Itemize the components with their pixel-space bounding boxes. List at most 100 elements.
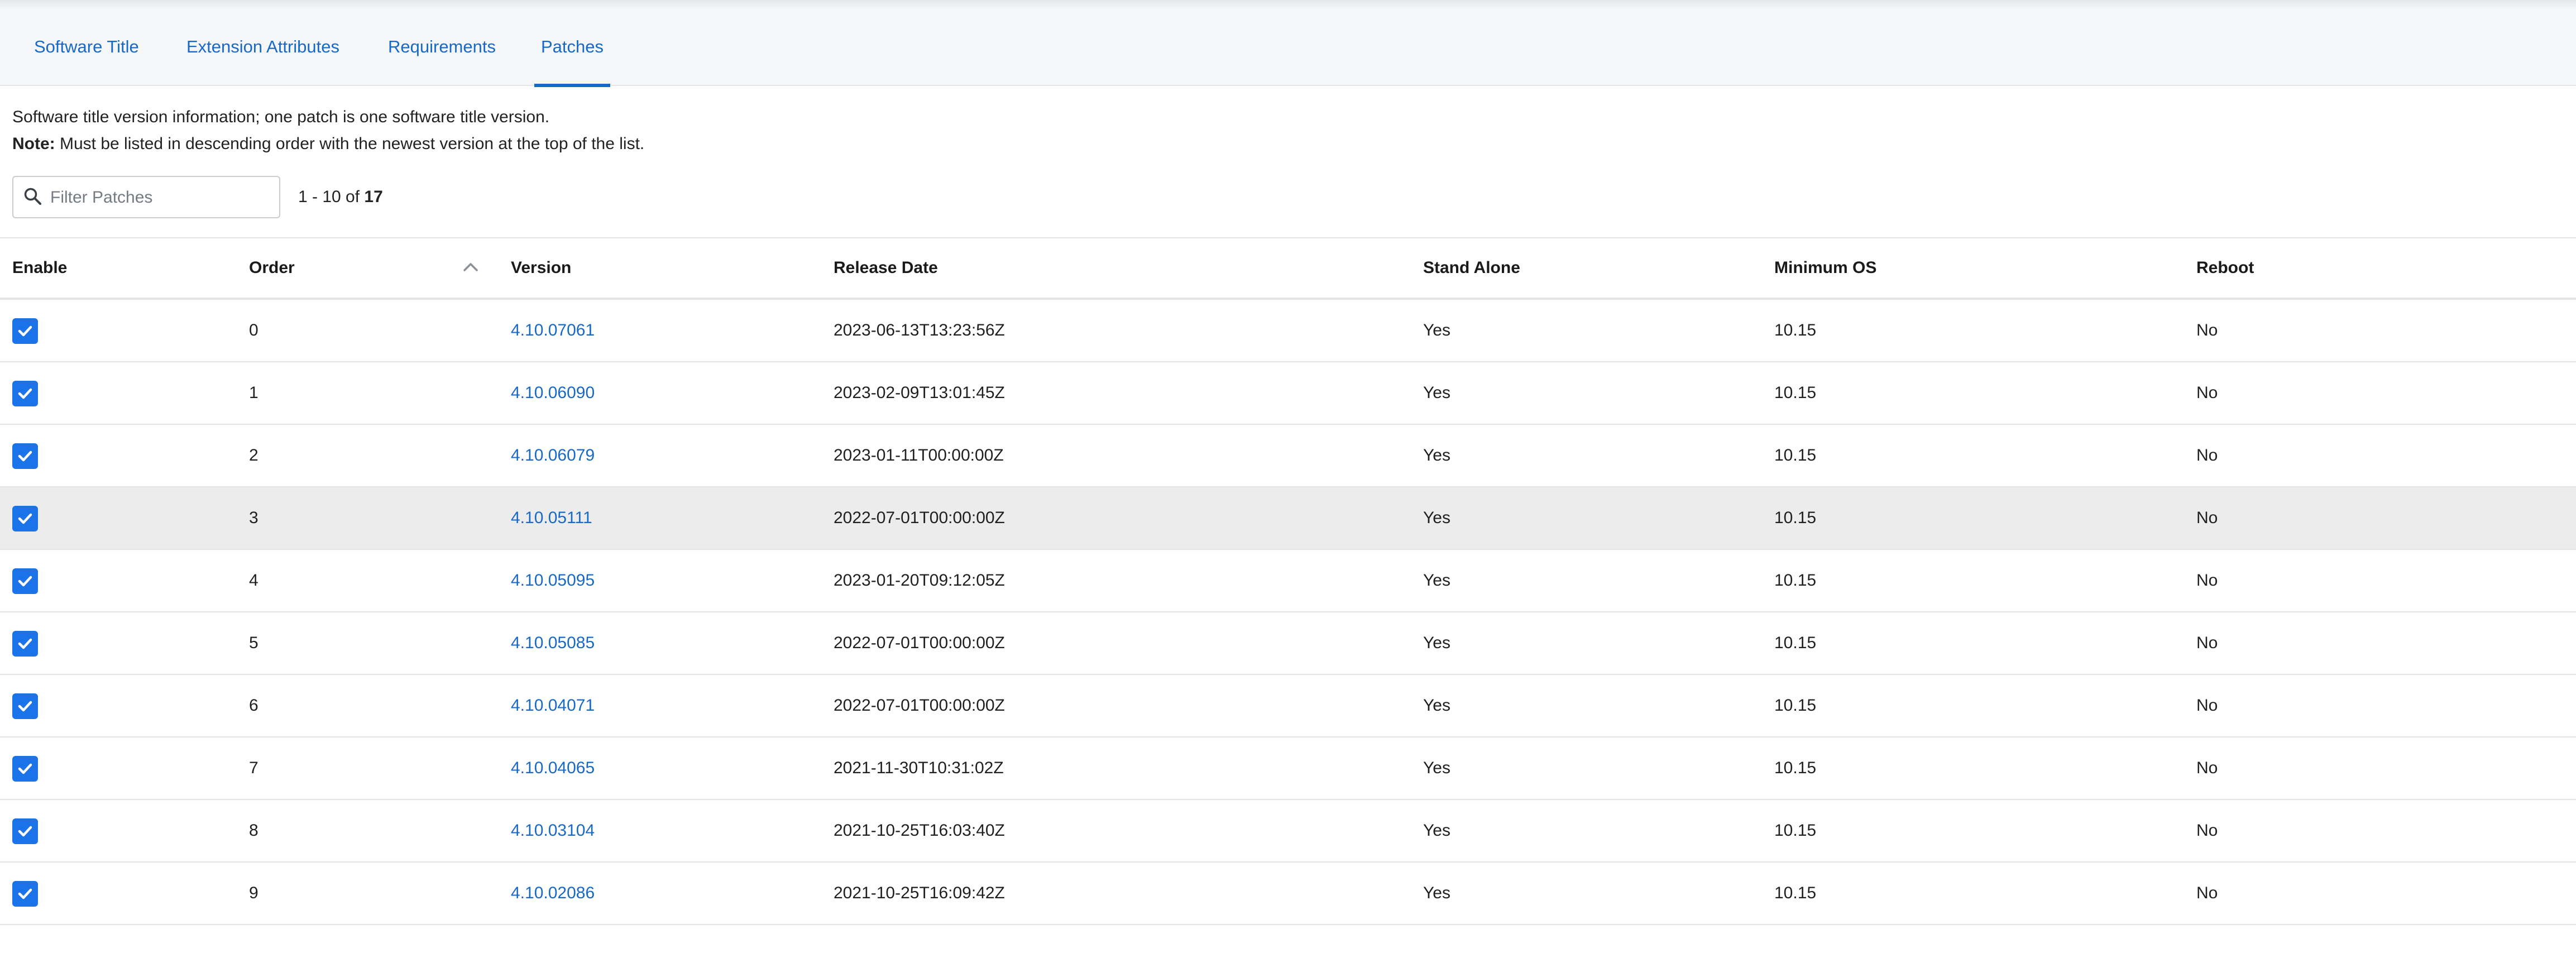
- release-date-cell: 2022-07-01T00:00:00Z: [834, 634, 1005, 652]
- checkmark-icon: [18, 325, 32, 337]
- minimum-os-cell: 10.15: [1774, 821, 1817, 840]
- table-row: 2 4.10.06079 2023-01-11T00:00:00Z Yes 10.15 N…: [0, 425, 2576, 487]
- order-cell: 9: [249, 884, 258, 902]
- release-date-cell: 2021-10-25T16:09:42Z: [834, 884, 1005, 902]
- version-link[interactable]: 4.10.02086: [511, 863, 595, 924]
- checkmark-icon: [18, 638, 32, 649]
- checkmark-icon: [18, 513, 32, 524]
- version-link[interactable]: 4.10.07061: [511, 300, 595, 361]
- column-header-reboot[interactable]: Reboot: [2196, 238, 2254, 298]
- version-link[interactable]: 4.10.06079: [511, 425, 595, 486]
- tab-requirements[interactable]: Requirements: [388, 10, 496, 86]
- order-cell: 2: [249, 446, 258, 464]
- release-date-cell: 2022-07-01T00:00:00Z: [834, 696, 1005, 715]
- order-cell: 4: [249, 571, 258, 590]
- stand-alone-cell: Yes: [1423, 321, 1450, 339]
- table-row: 8 4.10.03104 2021-10-25T16:03:40Z Yes 10.15 N…: [0, 800, 2576, 863]
- version-link[interactable]: 4.10.06090: [511, 362, 595, 424]
- stand-alone-cell: Yes: [1423, 884, 1450, 902]
- order-cell: 0: [249, 321, 258, 339]
- enable-checkbox[interactable]: [12, 631, 38, 657]
- minimum-os-cell: 10.15: [1774, 634, 1817, 652]
- tab-extension-attributes[interactable]: Extension Attributes: [186, 10, 339, 86]
- stand-alone-cell: Yes: [1423, 634, 1450, 652]
- reboot-cell: No: [2196, 696, 2218, 715]
- release-date-cell: 2023-06-13T13:23:56Z: [834, 321, 1005, 339]
- version-link[interactable]: 4.10.05095: [511, 550, 595, 611]
- enable-checkbox[interactable]: [12, 756, 38, 782]
- enable-checkbox[interactable]: [12, 818, 38, 844]
- order-cell: 7: [249, 759, 258, 777]
- patches-note: Note: Must be listed in descending order…: [12, 135, 644, 154]
- minimum-os-cell: 10.15: [1774, 321, 1817, 339]
- order-cell: 8: [249, 821, 258, 840]
- table-row: 3 4.10.05111 2022-07-01T00:00:00Z Yes 10.15 N…: [0, 487, 2576, 550]
- column-header-order[interactable]: Order: [249, 238, 295, 298]
- stand-alone-cell: Yes: [1423, 446, 1450, 464]
- stand-alone-cell: Yes: [1423, 509, 1450, 527]
- enable-checkbox[interactable]: [12, 568, 38, 594]
- version-link[interactable]: 4.10.03104: [511, 800, 595, 861]
- minimum-os-cell: 10.15: [1774, 884, 1817, 902]
- reboot-cell: No: [2196, 821, 2218, 840]
- reboot-cell: No: [2196, 509, 2218, 527]
- order-cell: 3: [249, 509, 258, 527]
- pagination-total: 17: [364, 188, 383, 206]
- order-cell: 1: [249, 384, 258, 402]
- minimum-os-cell: 10.15: [1774, 384, 1817, 402]
- order-cell: 6: [249, 696, 258, 715]
- enable-checkbox[interactable]: [12, 318, 38, 344]
- top-shadow: [0, 0, 2576, 10]
- table-header: Enable Order Version Release Date Stand …: [0, 238, 2576, 300]
- enable-checkbox[interactable]: [12, 443, 38, 469]
- table-row: 0 4.10.07061 2023-06-13T13:23:56Z Yes 10.15 N…: [0, 300, 2576, 362]
- pagination-range: 1 - 10 of: [298, 188, 365, 206]
- stand-alone-cell: Yes: [1423, 696, 1450, 715]
- enable-checkbox[interactable]: [12, 381, 38, 406]
- stand-alone-cell: Yes: [1423, 384, 1450, 402]
- reboot-cell: No: [2196, 634, 2218, 652]
- sort-ascending-icon[interactable]: [462, 261, 479, 273]
- version-link[interactable]: 4.10.04071: [511, 675, 595, 736]
- reboot-cell: No: [2196, 446, 2218, 464]
- column-header-release-date[interactable]: Release Date: [834, 238, 938, 298]
- search-icon: [24, 188, 41, 205]
- version-link[interactable]: 4.10.05111: [511, 487, 592, 549]
- version-link[interactable]: 4.10.04065: [511, 737, 595, 799]
- filter-patches-input[interactable]: [49, 179, 275, 216]
- reboot-cell: No: [2196, 884, 2218, 902]
- minimum-os-cell: 10.15: [1774, 571, 1817, 590]
- filter-box: [12, 176, 280, 218]
- column-header-enable[interactable]: Enable: [12, 238, 67, 298]
- reboot-cell: No: [2196, 571, 2218, 590]
- enable-checkbox[interactable]: [12, 693, 38, 719]
- minimum-os-cell: 10.15: [1774, 509, 1817, 527]
- table-row: 1 4.10.06090 2023-02-09T13:01:45Z Yes 10.15 N…: [0, 362, 2576, 425]
- release-date-cell: 2023-02-09T13:01:45Z: [834, 384, 1005, 402]
- checkmark-icon: [18, 763, 32, 774]
- version-link[interactable]: 4.10.05085: [511, 612, 595, 674]
- release-date-cell: 2022-07-01T00:00:00Z: [834, 509, 1005, 527]
- stand-alone-cell: Yes: [1423, 821, 1450, 840]
- column-header-minimum-os[interactable]: Minimum OS: [1774, 238, 1876, 298]
- tab-software-title[interactable]: Software Title: [34, 10, 139, 86]
- minimum-os-cell: 10.15: [1774, 696, 1817, 715]
- reboot-cell: No: [2196, 321, 2218, 339]
- enable-checkbox[interactable]: [12, 506, 38, 531]
- table-row: 6 4.10.04071 2022-07-01T00:00:00Z Yes 10.15 N…: [0, 675, 2576, 737]
- reboot-cell: No: [2196, 384, 2218, 402]
- checkmark-icon: [18, 888, 32, 899]
- checkmark-icon: [18, 701, 32, 712]
- table-row: 7 4.10.04065 2021-11-30T10:31:02Z Yes 10.15 N…: [0, 737, 2576, 800]
- note-text: Must be listed in descending order with …: [55, 135, 645, 153]
- column-header-stand-alone[interactable]: Stand Alone: [1423, 238, 1520, 298]
- release-date-cell: 2023-01-11T00:00:00Z: [834, 446, 1004, 464]
- table-row: 9 4.10.02086 2021-10-25T16:09:42Z Yes 10.15 N…: [0, 863, 2576, 925]
- enable-checkbox[interactable]: [12, 881, 38, 907]
- order-cell: 5: [249, 634, 258, 652]
- release-date-cell: 2021-10-25T16:03:40Z: [834, 821, 1005, 840]
- column-header-version[interactable]: Version: [511, 238, 571, 298]
- reboot-cell: No: [2196, 759, 2218, 777]
- tab-patches[interactable]: Patches: [534, 10, 611, 87]
- checkmark-icon: [18, 576, 32, 587]
